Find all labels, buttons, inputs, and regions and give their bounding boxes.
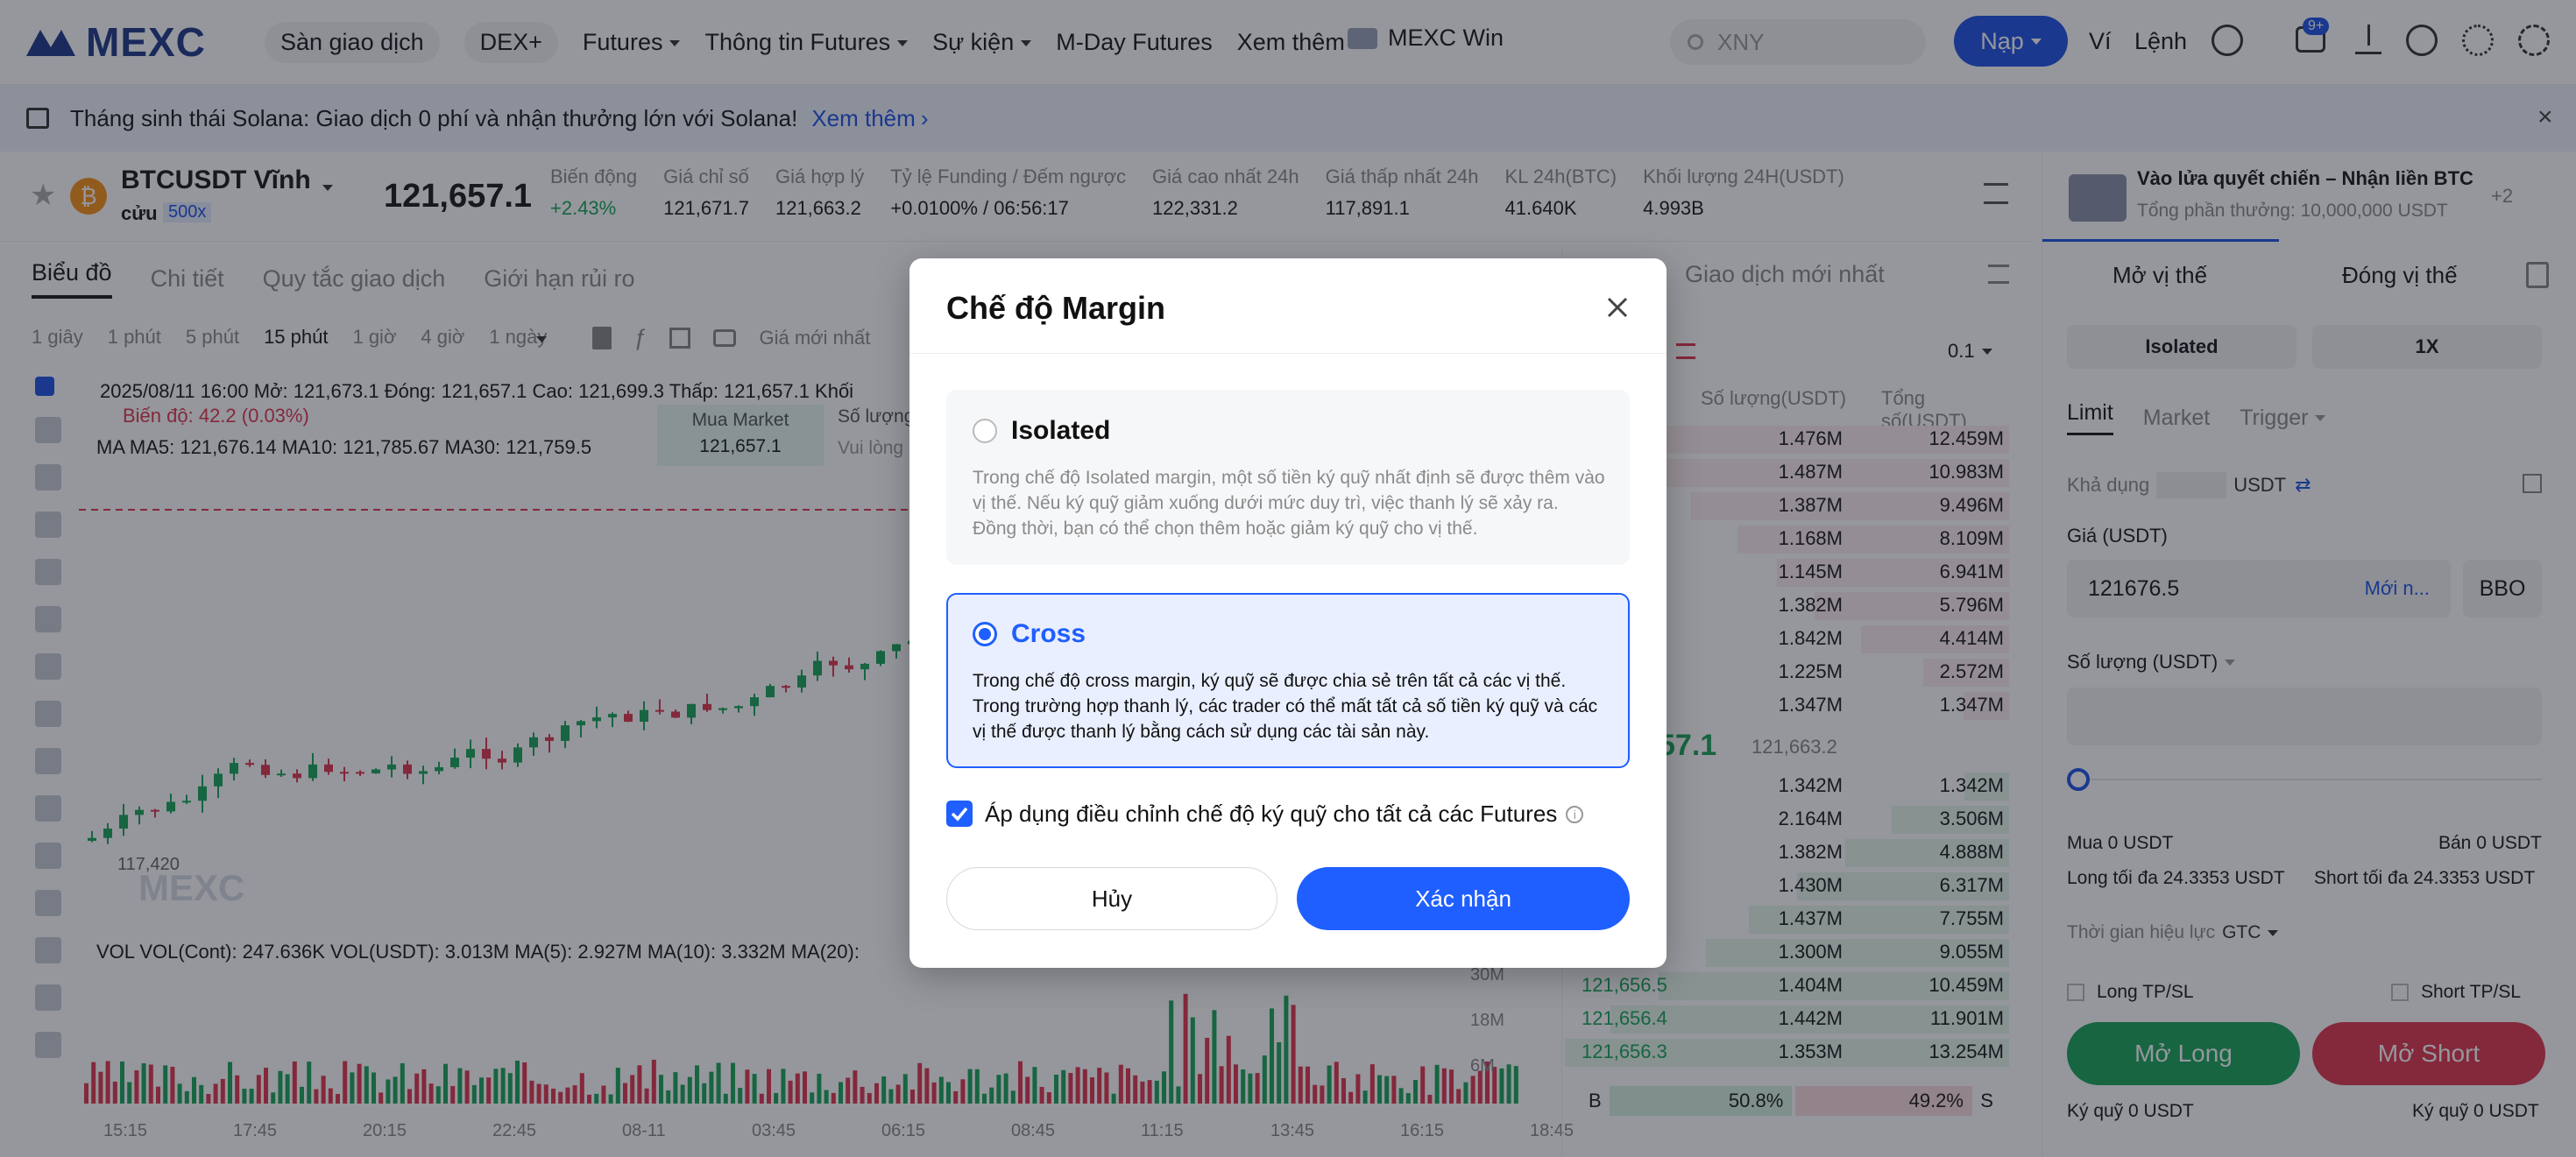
cross-title: Cross xyxy=(1011,619,1086,648)
apply-all-checkbox[interactable] xyxy=(946,801,973,827)
cross-option[interactable]: Cross Trong chế độ cross margin, ký quỹ … xyxy=(946,593,1630,768)
isolated-title: Isolated xyxy=(1011,416,1111,445)
cross-radio[interactable] xyxy=(973,622,997,646)
info-icon[interactable]: i xyxy=(1566,805,1584,823)
apply-all-label[interactable]: Áp dụng điều chỉnh chế độ ký quỹ cho tất… xyxy=(985,801,1584,828)
cross-description: Trong chế độ cross margin, ký quỹ sẽ đượ… xyxy=(973,671,1598,742)
dialog-title: Chế độ Margin xyxy=(946,290,1165,326)
isolated-description: Trong chế độ Isolated margin, một số tiề… xyxy=(973,468,1605,539)
isolated-radio[interactable] xyxy=(973,419,997,443)
close-icon[interactable] xyxy=(1602,292,1633,323)
dialog-divider xyxy=(909,353,1667,354)
confirm-button[interactable]: Xác nhận xyxy=(1297,867,1630,930)
margin-mode-dialog: Chế độ Margin Isolated Trong chế độ Isol… xyxy=(909,258,1667,968)
isolated-option[interactable]: Isolated Trong chế độ Isolated margin, m… xyxy=(946,390,1630,565)
check-icon xyxy=(951,807,968,822)
cancel-button[interactable]: Hủy xyxy=(946,867,1277,930)
